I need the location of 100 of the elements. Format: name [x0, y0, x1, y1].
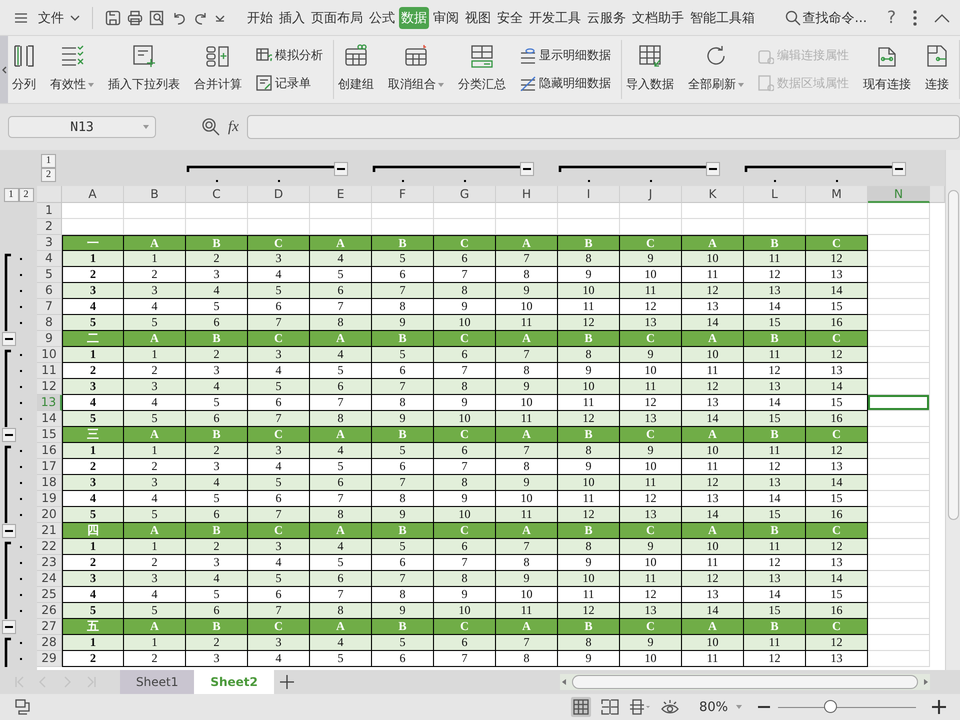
- ribbon-button[interactable]: 分列: [10, 40, 38, 99]
- zoom-slider[interactable]: [778, 700, 916, 714]
- menu-icon[interactable]: [14, 12, 28, 24]
- menu-tab[interactable]: 视图: [463, 6, 493, 28]
- row-header[interactable]: 27: [37, 619, 62, 635]
- ribbon-button[interactable]: 现有连接: [861, 40, 913, 99]
- zoom-icon[interactable]: [202, 118, 220, 136]
- row-header[interactable]: 7: [37, 299, 62, 315]
- menu-tab[interactable]: 云服务: [585, 6, 628, 28]
- collapse-button[interactable]: [892, 162, 906, 176]
- outline-level-button[interactable]: 1: [4, 188, 18, 202]
- ribbon-button[interactable]: 合并计算: [192, 40, 244, 99]
- column-header[interactable]: C: [186, 186, 248, 203]
- outline-level-button[interactable]: 2: [41, 168, 56, 182]
- caret-icon[interactable]: [70, 14, 80, 22]
- menu-tab[interactable]: 开发工具: [527, 6, 583, 28]
- menu-tab[interactable]: 文档助手: [630, 6, 686, 28]
- menu-tab[interactable]: 智能工具箱: [688, 6, 757, 28]
- menu-tab[interactable]: 开始: [245, 6, 275, 28]
- collapse-ribbon-icon[interactable]: [934, 12, 950, 22]
- outline-level-button[interactable]: 1: [41, 154, 56, 168]
- column-header[interactable]: A: [62, 186, 124, 203]
- search-command[interactable]: 查找命令...: [802, 8, 867, 26]
- print-icon[interactable]: [127, 10, 143, 26]
- ribbon-button[interactable]: 记录单: [254, 72, 325, 94]
- column-header[interactable]: K: [682, 186, 744, 203]
- row-header[interactable]: 1: [37, 203, 62, 219]
- column-header[interactable]: F: [372, 186, 434, 203]
- horizontal-scrollbar[interactable]: [560, 674, 930, 690]
- sheet-tab[interactable]: Sheet1: [120, 670, 194, 694]
- sheet-tab[interactable]: Sheet2: [194, 670, 274, 694]
- row-header[interactable]: 23: [37, 555, 62, 571]
- column-header[interactable]: B: [124, 186, 186, 203]
- row-header[interactable]: 14: [37, 411, 62, 427]
- row-header[interactable]: 9: [37, 331, 62, 347]
- row-header[interactable]: 21: [37, 523, 62, 539]
- selected-cell[interactable]: [868, 395, 930, 411]
- menu-tab[interactable]: 审阅: [431, 6, 461, 28]
- search-icon[interactable]: [784, 10, 801, 26]
- row-header[interactable]: 26: [37, 603, 62, 619]
- row-header[interactable]: 17: [37, 459, 62, 475]
- save-icon[interactable]: [105, 10, 121, 26]
- row-header[interactable]: 5: [37, 267, 62, 283]
- ribbon-button[interactable]: 有效性: [48, 40, 96, 99]
- zoom-in-icon[interactable]: [932, 700, 946, 714]
- row-header[interactable]: 3: [37, 235, 62, 251]
- ribbon-button[interactable]: 全部刷新: [686, 40, 746, 99]
- print-preview-icon[interactable]: [149, 10, 165, 26]
- row-header[interactable]: 8: [37, 315, 62, 331]
- row-header[interactable]: 2: [37, 219, 62, 235]
- collapse-button[interactable]: [706, 162, 720, 176]
- vertical-scrollbar[interactable]: [945, 150, 960, 670]
- menu-tab[interactable]: 页面布局: [309, 6, 365, 28]
- collapse-button[interactable]: [2, 524, 16, 538]
- collapse-button[interactable]: [334, 162, 348, 176]
- ribbon-button[interactable]: 隐藏明细数据: [518, 72, 613, 94]
- row-header[interactable]: 29: [37, 651, 62, 667]
- row-header[interactable]: 19: [37, 491, 62, 507]
- collapse-button[interactable]: [2, 620, 16, 634]
- help-button[interactable]: ?: [886, 8, 896, 28]
- row-header[interactable]: 6: [37, 283, 62, 299]
- more-icon[interactable]: [912, 10, 918, 26]
- row-header[interactable]: 4: [37, 251, 62, 267]
- row-header[interactable]: 15: [37, 427, 62, 443]
- column-header[interactable]: J: [620, 186, 682, 203]
- menu-tab[interactable]: 插入: [277, 6, 307, 28]
- ribbon-button[interactable]: 插入下拉列表: [106, 40, 182, 99]
- outline-level-button[interactable]: 2: [18, 188, 34, 202]
- collapse-button[interactable]: [520, 162, 534, 176]
- column-header[interactable]: E: [310, 186, 372, 203]
- row-header[interactable]: 28: [37, 635, 62, 651]
- ribbon-button[interactable]: 模拟分析: [254, 45, 325, 66]
- ribbon-button[interactable]: 分类汇总: [456, 40, 508, 99]
- ribbon-button[interactable]: 导入数据: [624, 40, 676, 99]
- row-header[interactable]: 20: [37, 507, 62, 523]
- column-header[interactable]: I: [558, 186, 620, 203]
- row-header[interactable]: 11: [37, 363, 62, 379]
- normal-view-button[interactable]: [571, 697, 592, 717]
- column-header[interactable]: L: [744, 186, 806, 203]
- row-header[interactable]: 16: [37, 443, 62, 459]
- macro-icon[interactable]: [14, 698, 32, 716]
- row-header[interactable]: 12: [37, 379, 62, 395]
- name-box[interactable]: N13: [8, 116, 156, 138]
- menu-tab[interactable]: 安全: [495, 6, 525, 28]
- row-header[interactable]: 10: [37, 347, 62, 363]
- collapse-button[interactable]: [2, 428, 16, 442]
- add-sheet-icon[interactable]: [280, 675, 294, 689]
- ribbon-button[interactable]: 创建组: [336, 40, 376, 99]
- column-header[interactable]: M: [806, 186, 868, 203]
- column-header[interactable]: G: [434, 186, 496, 203]
- column-header[interactable]: D: [248, 186, 310, 203]
- function-button[interactable]: fx: [228, 118, 239, 136]
- file-menu[interactable]: 文件: [38, 8, 64, 26]
- row-header[interactable]: 18: [37, 475, 62, 491]
- row-header[interactable]: 25: [37, 587, 62, 603]
- ribbon-button[interactable]: 连接: [923, 40, 951, 99]
- menu-tab[interactable]: 公式: [367, 6, 397, 28]
- slider-thumb[interactable]: [824, 700, 838, 713]
- row-header[interactable]: 24: [37, 571, 62, 587]
- page-break-view-icon[interactable]: [601, 699, 620, 715]
